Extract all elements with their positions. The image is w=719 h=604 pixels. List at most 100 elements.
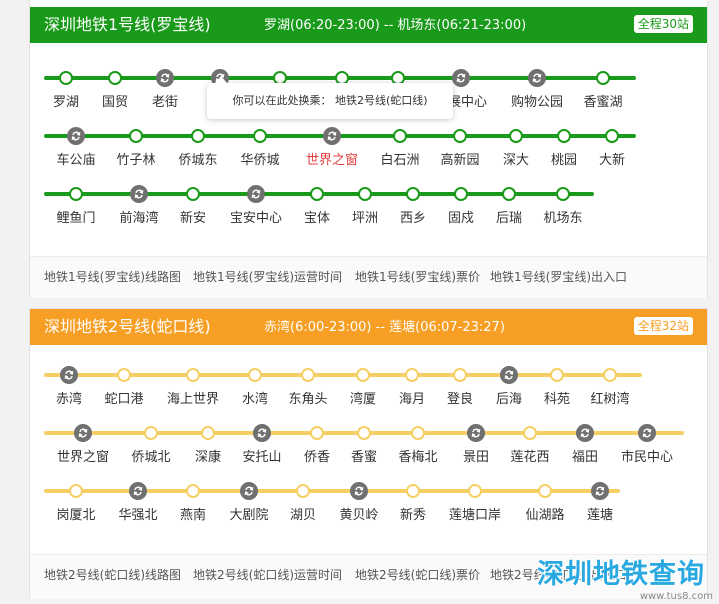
station-dot-icon bbox=[596, 71, 610, 85]
station-dot-icon bbox=[301, 368, 315, 382]
station-name: 市民中心 bbox=[620, 450, 674, 465]
transfer-station-icon bbox=[253, 424, 271, 442]
line1-title[interactable]: 深圳地铁1号线(罗宝线) bbox=[44, 15, 211, 35]
station-dot-icon bbox=[310, 426, 324, 440]
station-name: 华侨城 bbox=[240, 153, 280, 168]
station-dot-icon bbox=[406, 484, 420, 498]
station-dot-icon bbox=[117, 368, 131, 382]
footer-link[interactable]: 地铁1号线(罗宝线)出入口 bbox=[490, 269, 627, 285]
station-name: 深康 bbox=[194, 450, 222, 465]
station-name: 燕南 bbox=[179, 508, 207, 523]
transfer-arrows-icon bbox=[64, 370, 74, 380]
station-dot-icon bbox=[454, 187, 468, 201]
footer-link[interactable]: 地铁2号线(蛇口线)运营时间 bbox=[193, 567, 342, 583]
station-name: 机场东 bbox=[543, 211, 583, 226]
transfer-station-icon bbox=[467, 424, 485, 442]
transfer-arrows-icon bbox=[257, 428, 267, 438]
footer-link[interactable]: 地铁1号线(罗宝线)运营时间 bbox=[193, 269, 342, 285]
line2-card: 深圳地铁2号线(蛇口线) 赤湾(6:00-23:00) -- 莲塘(06:07-… bbox=[29, 308, 708, 599]
station-name: 新安 bbox=[179, 211, 207, 226]
station-name: 世界之窗 bbox=[305, 153, 359, 168]
station-name: 湾厦 bbox=[349, 392, 377, 407]
transfer-station-icon bbox=[129, 482, 147, 500]
station-dot-icon bbox=[453, 368, 467, 382]
transfer-arrows-icon bbox=[327, 131, 337, 141]
station-name: 购物公园 bbox=[510, 95, 564, 110]
station-name: 莲花西 bbox=[510, 450, 550, 465]
station-dot-icon bbox=[186, 368, 200, 382]
line1-station-count-badge: 全程30站 bbox=[633, 15, 693, 33]
station-name: 科苑 bbox=[543, 392, 571, 407]
footer-link[interactable]: 地铁1号线(罗宝线)线路图 bbox=[44, 269, 181, 285]
station-dot-icon bbox=[557, 129, 571, 143]
station-dot-icon bbox=[69, 187, 83, 201]
station-name: 坪洲 bbox=[351, 211, 379, 226]
station-dot-icon bbox=[393, 129, 407, 143]
footer-link[interactable]: 地铁2号线(蛇口线)线路图 bbox=[44, 567, 181, 583]
transfer-station-icon bbox=[576, 424, 594, 442]
line2-hours: 赤湾(6:00-23:00) -- 莲塘(06:07-23:27) bbox=[264, 320, 505, 335]
station-name: 国贸 bbox=[101, 95, 129, 110]
line1-footer-links: 地铁1号线(罗宝线)线路图 地铁1号线(罗宝线)运营时间 地铁1号线(罗宝线)票价地… bbox=[30, 256, 707, 298]
station-name: 世界之窗 bbox=[56, 450, 110, 465]
station-dot-icon bbox=[69, 484, 83, 498]
transfer-arrows-icon bbox=[580, 428, 590, 438]
station-dot-icon bbox=[405, 368, 419, 382]
transfer-arrows-icon bbox=[504, 370, 514, 380]
tooltip-text: 你可以在此处换乘： 地铁2号线(蛇口线) bbox=[232, 94, 428, 107]
station-dot-icon bbox=[502, 187, 516, 201]
footer-link[interactable]: 地铁2号线(蛇口线)票价 bbox=[355, 567, 480, 583]
station-name: 湖贝 bbox=[289, 508, 317, 523]
line2-title[interactable]: 深圳地铁2号线(蛇口线) bbox=[44, 317, 211, 337]
station-name: 黄贝岭 bbox=[339, 508, 379, 523]
station-name: 侨城东 bbox=[178, 153, 218, 168]
station-name: 深大 bbox=[502, 153, 530, 168]
transfer-station-icon bbox=[350, 482, 368, 500]
station-dot-icon bbox=[191, 129, 205, 143]
station-dot-icon bbox=[603, 368, 617, 382]
tooltip-arrow bbox=[215, 76, 227, 83]
line1-header: 深圳地铁1号线(罗宝线) 罗湖(06:20-23:00) -- 机场东(06:2… bbox=[30, 7, 707, 43]
transfer-arrows-icon bbox=[532, 73, 542, 83]
transfer-arrows-icon bbox=[456, 73, 466, 83]
transfer-arrows-icon bbox=[244, 486, 254, 496]
transfer-station-icon bbox=[323, 127, 341, 145]
transfer-station-icon bbox=[247, 185, 265, 203]
station-name: 侨城北 bbox=[131, 450, 171, 465]
transfer-station-icon bbox=[500, 366, 518, 384]
station-dot-icon bbox=[538, 484, 552, 498]
transfer-station-icon bbox=[67, 127, 85, 145]
transfer-station-icon bbox=[591, 482, 609, 500]
station-dot-icon bbox=[108, 71, 122, 85]
station-dot-icon bbox=[253, 129, 267, 143]
station-dot-icon bbox=[358, 187, 372, 201]
transfer-arrows-icon bbox=[71, 131, 81, 141]
station-dot-icon bbox=[248, 368, 262, 382]
station-name: 福田 bbox=[571, 450, 599, 465]
transfer-arrows-icon bbox=[642, 428, 652, 438]
station-name: 华强北 bbox=[118, 508, 158, 523]
line1-card: 深圳地铁1号线(罗宝线) 罗湖(06:20-23:00) -- 机场东(06:2… bbox=[29, 0, 708, 298]
transfer-arrows-icon bbox=[595, 486, 605, 496]
station-name: 香蜜 bbox=[350, 450, 378, 465]
station-name: 鲤鱼门 bbox=[56, 211, 96, 226]
station-name: 仙湖路 bbox=[525, 508, 565, 523]
watermark-url: www.tus8.com bbox=[639, 591, 713, 602]
station-name: 东角头 bbox=[288, 392, 328, 407]
footer-link[interactable]: 地铁1号线(罗宝线)票价 bbox=[355, 269, 480, 285]
station-name: 登良 bbox=[446, 392, 474, 407]
transfer-arrows-icon bbox=[251, 189, 261, 199]
station-name: 香梅北 bbox=[398, 450, 438, 465]
station-name: 侨香 bbox=[303, 450, 331, 465]
transfer-arrows-icon bbox=[133, 486, 143, 496]
transfer-arrows-icon bbox=[160, 73, 170, 83]
transfer-station-icon bbox=[74, 424, 92, 442]
station-dot-icon bbox=[356, 368, 370, 382]
transfer-station-icon bbox=[452, 69, 470, 87]
station-name: 海上世界 bbox=[166, 392, 220, 407]
station-name: 高新园 bbox=[440, 153, 480, 168]
station-name: 红树湾 bbox=[590, 392, 630, 407]
station-dot-icon bbox=[186, 187, 200, 201]
station-name: 车公庙 bbox=[56, 153, 96, 168]
transfer-station-icon bbox=[156, 69, 174, 87]
